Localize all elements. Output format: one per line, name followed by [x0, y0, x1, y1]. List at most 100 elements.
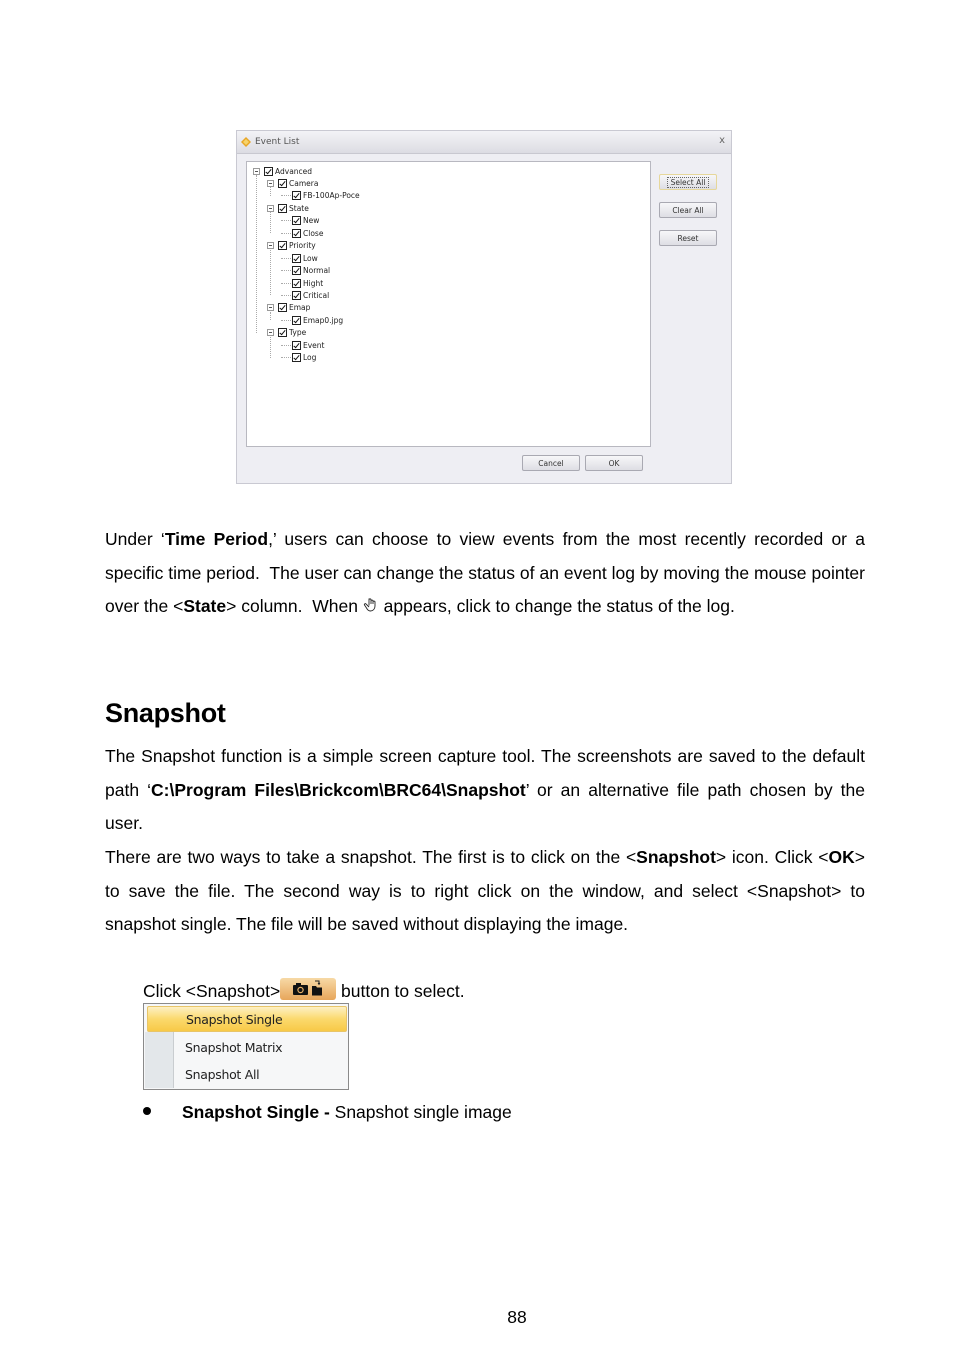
app-logo-icon — [241, 137, 251, 147]
checkbox-checked-icon[interactable] — [278, 178, 287, 188]
text: appears, click to change the status of t… — [378, 596, 735, 616]
tree-node[interactable]: Type — [267, 327, 306, 339]
checkbox-checked-icon[interactable] — [292, 253, 301, 263]
collapse-icon[interactable] — [253, 167, 260, 175]
bold-term: OK — [828, 847, 855, 867]
section-heading: Snapshot — [105, 698, 226, 728]
text: There are two ways to take a snapshot. T… — [105, 847, 637, 867]
tree-connector — [281, 357, 291, 359]
snapshot-description-paragraph: The Snapshot function is a simple screen… — [105, 740, 865, 841]
bold-term: Time Period — [164, 529, 269, 549]
reset-button[interactable]: Reset — [659, 230, 717, 246]
bold-term: Snapshot — [636, 847, 716, 867]
clear-all-button[interactable]: Clear All — [659, 202, 717, 218]
tree-node[interactable]: Advanced — [253, 165, 312, 177]
checkbox-checked-icon[interactable] — [292, 278, 301, 288]
checkbox-checked-icon[interactable] — [292, 353, 301, 363]
event-list-dialog: Event List x Advanced Camera FB-100Ap-Poce… — [236, 130, 732, 484]
tree-node-label: FB-100Ap-Poce — [303, 191, 360, 201]
text: > icon. Click < — [715, 847, 829, 867]
tree-node[interactable]: Priority — [267, 240, 316, 252]
tree-guide-line — [256, 175, 257, 333]
tree-node[interactable]: Emap0.jpg — [281, 314, 343, 326]
tree-node[interactable]: Critical — [281, 290, 329, 302]
select-all-button[interactable]: Select All — [659, 174, 717, 190]
tree-connector — [281, 232, 291, 234]
tree-node-label: Priority — [289, 241, 316, 251]
tree-connector — [281, 257, 291, 259]
tree-node-label: Low — [303, 253, 318, 263]
tree-node-label: State — [289, 203, 309, 213]
dialog-title: Event List — [255, 137, 300, 147]
tree-connector — [281, 270, 291, 272]
tree-connector — [281, 319, 291, 321]
checkbox-checked-icon[interactable] — [292, 216, 301, 226]
checkbox-checked-icon[interactable] — [292, 266, 301, 276]
ok-button[interactable]: OK — [585, 455, 643, 471]
tree-connector — [281, 220, 291, 222]
tree-node[interactable]: Hight — [281, 277, 323, 289]
collapse-icon[interactable] — [267, 204, 274, 212]
tree-node-label: Event — [303, 340, 325, 350]
menu-item-snapshot-single[interactable]: Snapshot Single — [147, 1006, 347, 1032]
tree-node[interactable]: Close — [281, 227, 323, 239]
text: Under ‘ — [105, 529, 165, 549]
checkbox-checked-icon[interactable] — [292, 340, 301, 350]
tree-node[interactable]: Event — [281, 339, 325, 351]
tree-node-label: Type — [289, 328, 307, 338]
collapse-icon[interactable] — [267, 329, 274, 337]
checkbox-checked-icon[interactable] — [278, 241, 287, 251]
tree-node[interactable]: Log — [281, 352, 316, 364]
tree-node-label: Emap0.jpg — [303, 315, 344, 325]
select-all-label: Select All — [666, 176, 710, 188]
text: Click <Snapshot> — [143, 981, 281, 1001]
tree-node-label: Normal — [303, 266, 331, 276]
checkbox-checked-icon[interactable] — [264, 166, 273, 176]
tree-guide-line — [270, 336, 271, 358]
snapshot-button[interactable] — [280, 978, 337, 1000]
close-icon[interactable]: x — [719, 135, 725, 146]
tree-node-label: Emap — [289, 303, 311, 313]
dialog-title-bar: Event List x — [237, 131, 731, 154]
checkbox-checked-icon[interactable] — [292, 191, 301, 201]
tree-node[interactable]: State — [267, 202, 309, 214]
tree-node[interactable]: New — [281, 215, 319, 227]
tree-node-label: Critical — [303, 291, 330, 300]
tree-node[interactable]: FB-100Ap-Poce — [281, 190, 360, 202]
collapse-icon[interactable] — [267, 242, 274, 250]
snapshot-methods-paragraph: There are two ways to take a snapshot. T… — [105, 841, 865, 942]
tree-guide-line — [270, 212, 271, 234]
tree-node-label: Hight — [303, 278, 324, 288]
bold-term: State — [183, 596, 227, 616]
menu-item-snapshot-matrix[interactable]: Snapshot Matrix — [144, 1034, 348, 1061]
tree-node[interactable]: Emap — [267, 302, 310, 314]
tree-connector — [281, 295, 291, 296]
bullet-term: Snapshot Single - — [182, 1102, 335, 1122]
tree-node[interactable]: Normal — [281, 265, 330, 277]
collapse-icon[interactable] — [267, 304, 274, 312]
cancel-button[interactable]: Cancel — [522, 455, 580, 471]
checkbox-checked-icon[interactable] — [278, 303, 287, 313]
text: button to select. — [336, 981, 465, 1001]
tree-node[interactable]: Camera — [267, 177, 318, 189]
checkbox-checked-icon[interactable] — [292, 228, 301, 238]
snapshot-context-menu: Snapshot Single Snapshot Matrix Snapshot… — [143, 1003, 349, 1090]
event-filter-tree: Advanced Camera FB-100Ap-Poce State New Close… — [246, 161, 651, 447]
menu-item-snapshot-all[interactable]: Snapshot All — [144, 1061, 348, 1088]
bullet-icon — [143, 1107, 151, 1115]
page-number: 88 — [507, 1307, 527, 1327]
hand-pointer-icon — [363, 598, 376, 612]
tree-node[interactable]: Low — [281, 252, 318, 264]
snapshot-path: C:\Program Files\Brickcom\BRC64\Snapshot — [151, 779, 526, 800]
tree-node-label: Close — [303, 228, 324, 238]
checkbox-checked-icon[interactable] — [292, 315, 301, 325]
camera-folder-icon — [293, 980, 323, 996]
checkbox-checked-icon[interactable] — [278, 203, 287, 213]
tree-guide-line — [270, 249, 271, 296]
checkbox-checked-icon[interactable] — [278, 328, 287, 338]
checkbox-checked-icon[interactable] — [292, 291, 301, 300]
collapse-icon[interactable] — [267, 179, 274, 187]
tree-node-label: New — [303, 216, 320, 226]
tree-connector — [281, 344, 291, 346]
tree-node-label: Advanced — [275, 166, 313, 176]
